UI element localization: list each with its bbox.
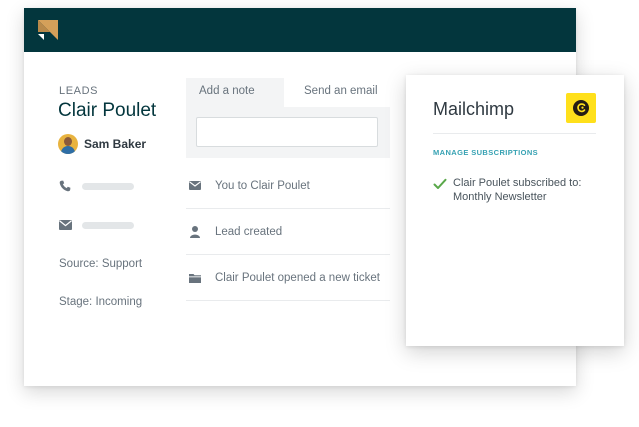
top-bar xyxy=(24,8,576,52)
email-placeholder xyxy=(82,221,134,229)
newsletter-name: Monthly Newsletter xyxy=(453,190,547,203)
folder-icon xyxy=(188,273,202,283)
section-label: LEADS xyxy=(59,85,99,97)
note-input[interactable] xyxy=(196,117,378,147)
timeline-item[interactable]: Clair Poulet opened a new ticket xyxy=(186,255,390,301)
timeline-text: Clair Poulet opened a new ticket xyxy=(215,271,380,284)
composer-area xyxy=(186,107,390,158)
mailchimp-logo-icon xyxy=(566,93,596,123)
check-icon xyxy=(433,178,447,189)
tab-add-note[interactable]: Add a note xyxy=(186,78,284,107)
timeline-item[interactable]: Lead created xyxy=(186,209,390,255)
avatar xyxy=(58,134,78,154)
lead-name: Clair Poulet xyxy=(58,100,157,121)
timeline-item[interactable]: You to Clair Poulet xyxy=(186,163,390,209)
subscription-status: Clair Poulet subscribed to: Monthly News… xyxy=(433,177,581,204)
activity-timeline: You to Clair Poulet Lead created Clair P… xyxy=(186,163,390,301)
owner-name[interactable]: Sam Baker xyxy=(84,137,146,151)
tab-send-email[interactable]: Send an email xyxy=(284,78,390,107)
phone-icon xyxy=(59,180,73,192)
mailchimp-panel: Mailchimp MANAGE SUBSCRIPTIONS Clair Pou… xyxy=(406,75,624,346)
lead-source: Source: Support xyxy=(59,258,143,270)
lead-owner[interactable]: Sam Baker xyxy=(58,134,146,154)
subscription-line: Clair Poulet subscribed to: xyxy=(453,177,582,189)
composer-tabs: Add a note Send an email xyxy=(186,78,390,107)
subscription-text: Clair Poulet subscribed to: Monthly News… xyxy=(453,177,581,204)
email-row xyxy=(59,219,134,231)
timeline-text: You to Clair Poulet xyxy=(215,179,310,192)
phone-row xyxy=(59,180,134,192)
lead-stage: Stage: Incoming xyxy=(59,296,143,308)
app-logo-icon[interactable] xyxy=(38,20,58,40)
phone-placeholder xyxy=(82,182,134,190)
panel-title: Mailchimp xyxy=(433,99,515,119)
divider xyxy=(433,133,596,134)
envelope-icon xyxy=(59,219,73,231)
timeline-text: Lead created xyxy=(215,225,283,238)
envelope-icon xyxy=(188,181,202,190)
manage-subscriptions-link[interactable]: MANAGE SUBSCRIPTIONS xyxy=(433,148,538,157)
person-icon xyxy=(188,225,202,238)
